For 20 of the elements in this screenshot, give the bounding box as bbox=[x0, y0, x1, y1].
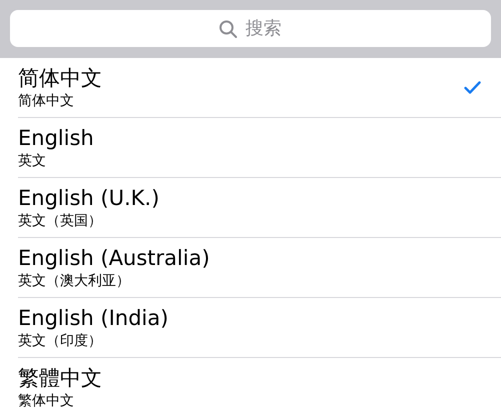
language-name: English (U.K.) bbox=[18, 184, 160, 210]
language-native-name: 英文（英国） bbox=[18, 212, 102, 230]
language-name: English (Australia) bbox=[18, 244, 210, 270]
search-field[interactable]: 搜索 bbox=[10, 10, 491, 47]
language-name: English (India) bbox=[18, 304, 168, 330]
language-native-name: 英文（澳大利亚） bbox=[18, 272, 130, 290]
language-name: 简体中文 bbox=[18, 64, 102, 90]
language-item[interactable]: English (Australia) 英文（澳大利亚） bbox=[18, 238, 501, 298]
language-name: English bbox=[18, 124, 94, 150]
language-native-name: 简体中文 bbox=[18, 92, 74, 110]
language-name: 繁體中文 bbox=[18, 364, 102, 390]
language-native-name: 英文（印度） bbox=[18, 332, 102, 350]
language-item[interactable]: 简体中文 简体中文 bbox=[18, 58, 501, 118]
language-item[interactable]: 繁體中文 繁体中文 bbox=[18, 358, 501, 417]
language-item[interactable]: English 英文 bbox=[18, 118, 501, 178]
language-native-name: 英文 bbox=[18, 152, 46, 170]
search-icon bbox=[218, 20, 236, 38]
language-item[interactable]: English (U.K.) 英文（英国） bbox=[18, 178, 501, 238]
language-item[interactable]: English (India) 英文（印度） bbox=[18, 298, 501, 358]
language-native-name: 繁体中文 bbox=[18, 392, 74, 410]
